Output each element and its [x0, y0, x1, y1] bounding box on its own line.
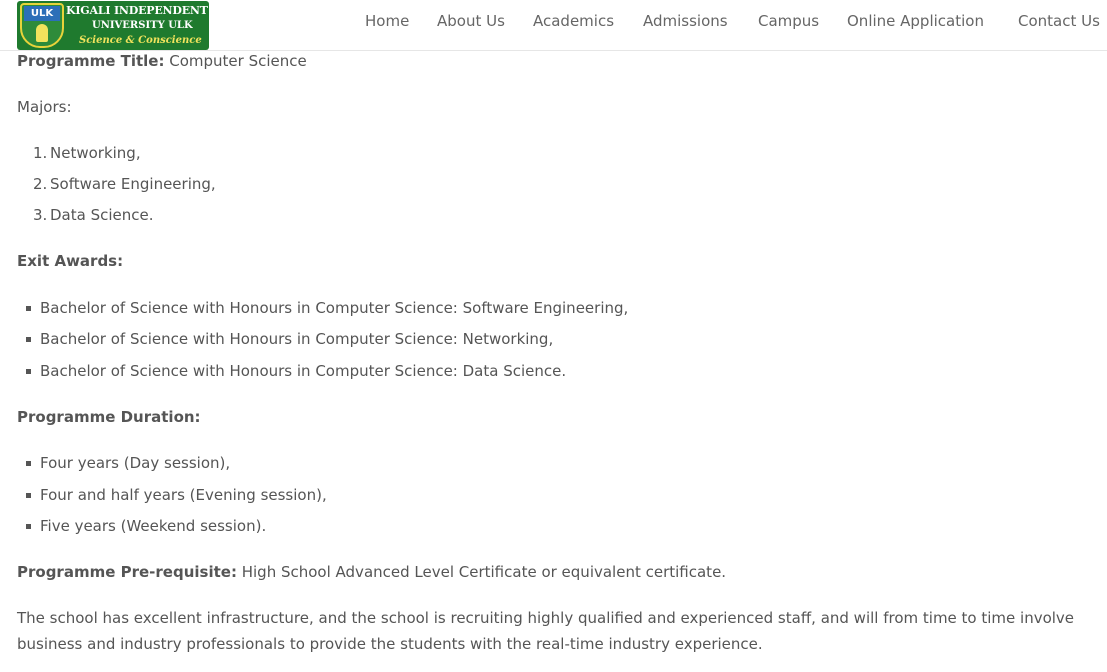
logo-name-line2: UNIVERSITY ULK — [92, 20, 193, 31]
nav-about-us[interactable]: About Us — [437, 11, 505, 31]
bullet-icon — [26, 306, 31, 311]
duration-label: Programme Duration: — [17, 408, 201, 426]
bullet-icon — [26, 461, 31, 466]
university-logo[interactable]: ULK KIGALI INDEPENDENT UNIVERSITY ULK Sc… — [17, 1, 209, 50]
list-number: 2. — [33, 175, 48, 193]
list-number: 3. — [33, 206, 48, 224]
bullet-icon — [26, 337, 31, 342]
bullet-icon — [26, 369, 31, 374]
exit-awards-label: Exit Awards: — [17, 252, 124, 270]
programme-title-value: Computer Science — [169, 52, 307, 70]
site-header: ULK KIGALI INDEPENDENT UNIVERSITY ULK Sc… — [0, 0, 1107, 51]
exit-award-item: Bachelor of Science with Honours in Comp… — [40, 362, 567, 380]
prerequisite-row: Programme Pre-requisite: High School Adv… — [17, 562, 726, 582]
list-number: 1. — [33, 144, 48, 162]
nav-campus[interactable]: Campus — [758, 11, 819, 31]
duration-item: Four years (Day session), — [40, 454, 231, 472]
closing-paragraph: The school has excellent infrastructure,… — [17, 609, 1075, 653]
prerequisite-label: Programme Pre-requisite: — [17, 563, 237, 581]
duration-item: Four and half years (Evening session), — [40, 486, 327, 504]
major-item: Data Science. — [50, 206, 154, 224]
major-item: Networking, — [50, 144, 141, 162]
duration-item: Five years (Weekend session). — [40, 517, 267, 535]
logo-name-line1: KIGALI INDEPENDENT — [66, 4, 208, 17]
majors-label: Majors: — [17, 98, 72, 116]
bullet-icon — [26, 524, 31, 529]
programme-title-label: Programme Title: — [17, 52, 165, 70]
crest-figure-icon — [36, 24, 48, 42]
exit-award-item: Bachelor of Science with Honours in Comp… — [40, 299, 629, 317]
nav-online-application[interactable]: Online Application — [847, 11, 984, 31]
bullet-icon — [26, 493, 31, 498]
prerequisite-value: High School Advanced Level Certificate o… — [241, 563, 727, 581]
nav-contact-us[interactable]: Contact Us — [1018, 11, 1100, 31]
programme-title-row: Programme Title: Computer Science — [17, 51, 307, 71]
major-item: Software Engineering, — [50, 175, 216, 193]
logo-badge-text: ULK — [24, 6, 60, 21]
nav-home[interactable]: Home — [365, 11, 409, 31]
nav-admissions[interactable]: Admissions — [643, 11, 728, 31]
nav-academics[interactable]: Academics — [533, 11, 614, 31]
crest-icon: ULK — [20, 3, 64, 48]
logo-motto: Science & Conscience — [79, 35, 202, 46]
exit-award-item: Bachelor of Science with Honours in Comp… — [40, 330, 554, 348]
